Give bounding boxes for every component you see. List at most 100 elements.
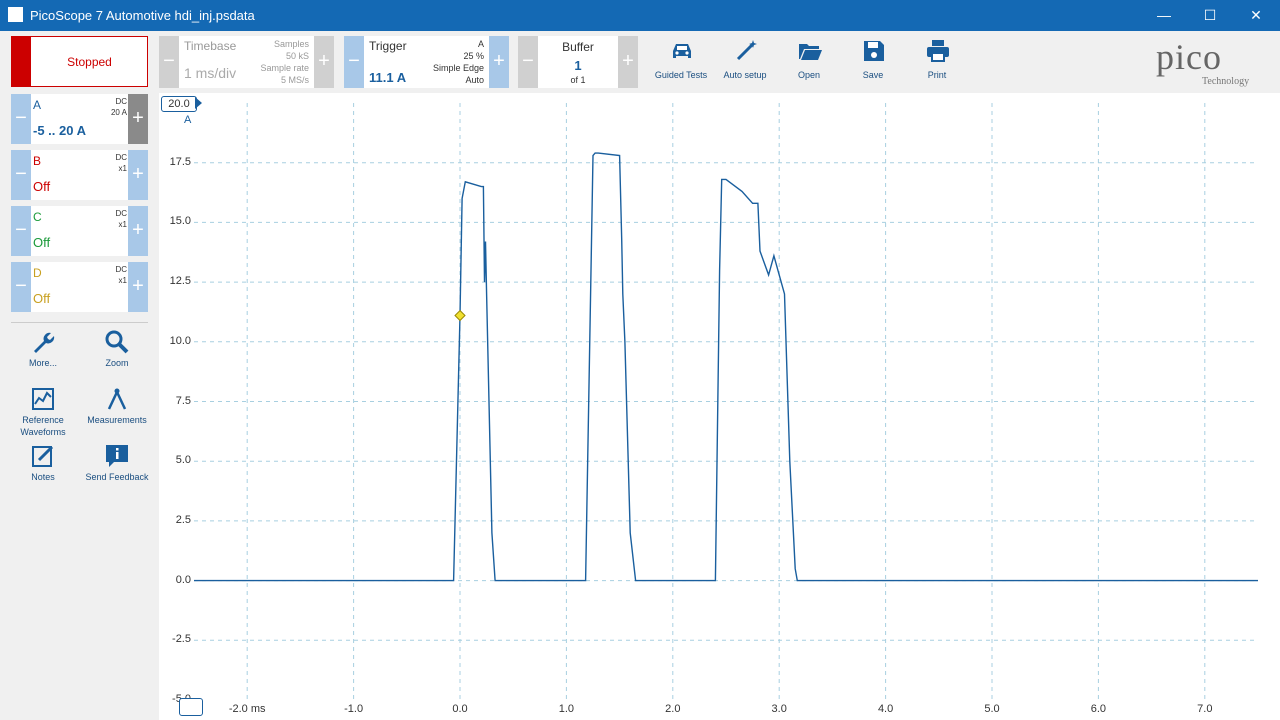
minimize-button[interactable]: — <box>1141 0 1187 31</box>
channel-a-probe: 20 A <box>110 108 127 117</box>
samples-value: 50 kS <box>285 51 309 61</box>
channel-d-decrease-button[interactable]: − <box>11 262 31 312</box>
compass-icon <box>107 388 127 410</box>
trigger-channel: A <box>477 39 484 49</box>
buffer-count: of 1 <box>570 75 586 85</box>
left-panel-divider <box>11 322 148 323</box>
channel-b-name: B <box>33 154 42 168</box>
channel-d-name: D <box>33 266 42 280</box>
run-stop-button[interactable]: Stopped <box>11 36 148 87</box>
send-feedback-button[interactable]: Send Feedback <box>82 443 152 483</box>
y-axis-top-marker[interactable]: 20.0 <box>161 96 197 112</box>
print-button[interactable]: Print <box>905 36 969 88</box>
channel-b-range[interactable]: Off <box>33 179 50 194</box>
channel-b-coupling: DC <box>115 153 127 162</box>
printer-icon <box>927 40 949 62</box>
run-stop-label: Stopped <box>67 55 112 69</box>
auto-setup-button[interactable]: Auto setup <box>713 36 777 88</box>
y-tick-label: 10.0 <box>169 334 191 347</box>
sample-rate-value: 5 MS/s <box>280 75 309 85</box>
more-button[interactable]: More... <box>8 329 78 369</box>
folder-icon <box>799 44 822 60</box>
timebase-increase-button[interactable]: + <box>314 36 334 88</box>
channel-c-range[interactable]: Off <box>33 235 50 250</box>
channel-c-coupling: DC <box>115 209 127 218</box>
reference-waveforms-button[interactable]: Reference Waveforms <box>8 386 78 438</box>
waveform-chart-icon <box>32 388 54 410</box>
more-label: More... <box>28 358 57 368</box>
notepad-pencil-icon <box>32 445 54 467</box>
reference-label-2: Waveforms <box>20 427 66 437</box>
trigger-control: − Trigger 11.1 A A 25 % Simple Edge Auto… <box>344 36 509 88</box>
timebase-decrease-button[interactable]: − <box>159 36 179 88</box>
print-label: Print <box>927 70 947 80</box>
measurements-button[interactable]: Measurements <box>82 386 152 426</box>
channel-c-panel: − C Off DC x1 + <box>11 206 148 256</box>
zoom-label: Zoom <box>105 358 129 368</box>
waveform-plot <box>194 103 1258 700</box>
channel-a-panel: − A -5 .. 20 A DC 20 A + <box>11 94 148 144</box>
floppy-disk-icon <box>864 41 884 61</box>
channel-b-increase-button[interactable]: + <box>128 150 148 200</box>
maximize-button[interactable]: ☐ <box>1187 0 1233 31</box>
channel-c-increase-button[interactable]: + <box>128 206 148 256</box>
channel-c-name: C <box>33 210 42 224</box>
reference-label-1: Reference <box>22 415 64 425</box>
close-button[interactable]: ✕ <box>1233 0 1279 31</box>
car-icon <box>673 44 691 58</box>
pico-logo: pico Technology <box>1150 36 1270 88</box>
trigger-value[interactable]: 11.1 A <box>369 70 406 85</box>
grid-lines <box>194 103 1258 700</box>
timebase-label: Timebase <box>184 39 237 53</box>
trigger-decrease-button[interactable]: − <box>344 36 364 88</box>
app-icon <box>8 7 23 22</box>
save-button[interactable]: Save <box>841 36 905 88</box>
trigger-pretrigger: 25 % <box>463 51 484 61</box>
x-tick-label: 6.0 <box>1090 703 1107 715</box>
open-button[interactable]: Open <box>777 36 841 88</box>
trigger-increase-button[interactable]: + <box>489 36 509 88</box>
channel-a-coupling: DC <box>115 97 127 106</box>
timebase-control: − Timebase 1 ms/div Samples 50 kS Sample… <box>159 36 334 88</box>
save-label: Save <box>862 70 884 80</box>
samples-label: Samples <box>273 39 309 49</box>
buffer-increase-button[interactable]: + <box>618 36 638 88</box>
channel-a-range[interactable]: -5 .. 20 A <box>33 123 86 138</box>
x-tick-label: -1.0 <box>344 703 364 715</box>
y-tick-label: 17.5 <box>169 155 191 168</box>
channel-d-probe: x1 <box>118 276 127 285</box>
scope-view[interactable]: 20.0 A 17.5 15.0 12.5 10.0 7.5 5.0 2.5 0.0 -2.5 -… <box>159 93 1280 720</box>
send-feedback-label: Send Feedback <box>85 472 149 482</box>
channel-d-range[interactable]: Off <box>33 291 50 306</box>
feedback-icon <box>106 445 128 467</box>
auto-setup-label: Auto setup <box>723 70 767 80</box>
buffer-decrease-button[interactable]: − <box>518 36 538 88</box>
x-tick-label: 4.0 <box>877 703 894 715</box>
channel-b-probe: x1 <box>118 164 127 173</box>
channel-c-probe: x1 <box>118 220 127 229</box>
guided-tests-button[interactable]: Guided Tests <box>649 36 713 88</box>
channel-d-increase-button[interactable]: + <box>128 262 148 312</box>
channel-a-decrease-button[interactable]: − <box>11 94 31 144</box>
window-title: PicoScope 7 Automotive hdi_inj.psdata <box>30 8 255 23</box>
y-tick-label: 12.5 <box>169 275 191 288</box>
x-tick-label: 7.0 <box>1197 703 1213 715</box>
channel-a-increase-button[interactable]: + <box>128 94 148 144</box>
sample-rate-label: Sample rate <box>260 63 309 73</box>
channel-b-decrease-button[interactable]: − <box>11 150 31 200</box>
logo-subtext: Technology <box>1202 76 1250 87</box>
channel-c-decrease-button[interactable]: − <box>11 206 31 256</box>
zoom-button[interactable]: Zoom <box>82 329 152 369</box>
open-label: Open <box>797 70 821 80</box>
channel-d-panel: − D Off DC x1 + <box>11 262 148 312</box>
wrench-icon <box>34 332 55 353</box>
y-tick-label: 5.0 <box>175 454 191 467</box>
title-bar: PicoScope 7 Automotive hdi_inj.psdata — … <box>0 0 1280 31</box>
logo-text: pico <box>1156 37 1222 77</box>
timebase-value[interactable]: 1 ms/div <box>184 65 236 81</box>
buffer-label: Buffer <box>562 40 594 54</box>
buffer-value: 1 <box>574 58 582 73</box>
notes-label: Notes <box>31 472 55 482</box>
notes-button[interactable]: Notes <box>8 443 78 483</box>
ruler-handle[interactable] <box>179 698 203 716</box>
